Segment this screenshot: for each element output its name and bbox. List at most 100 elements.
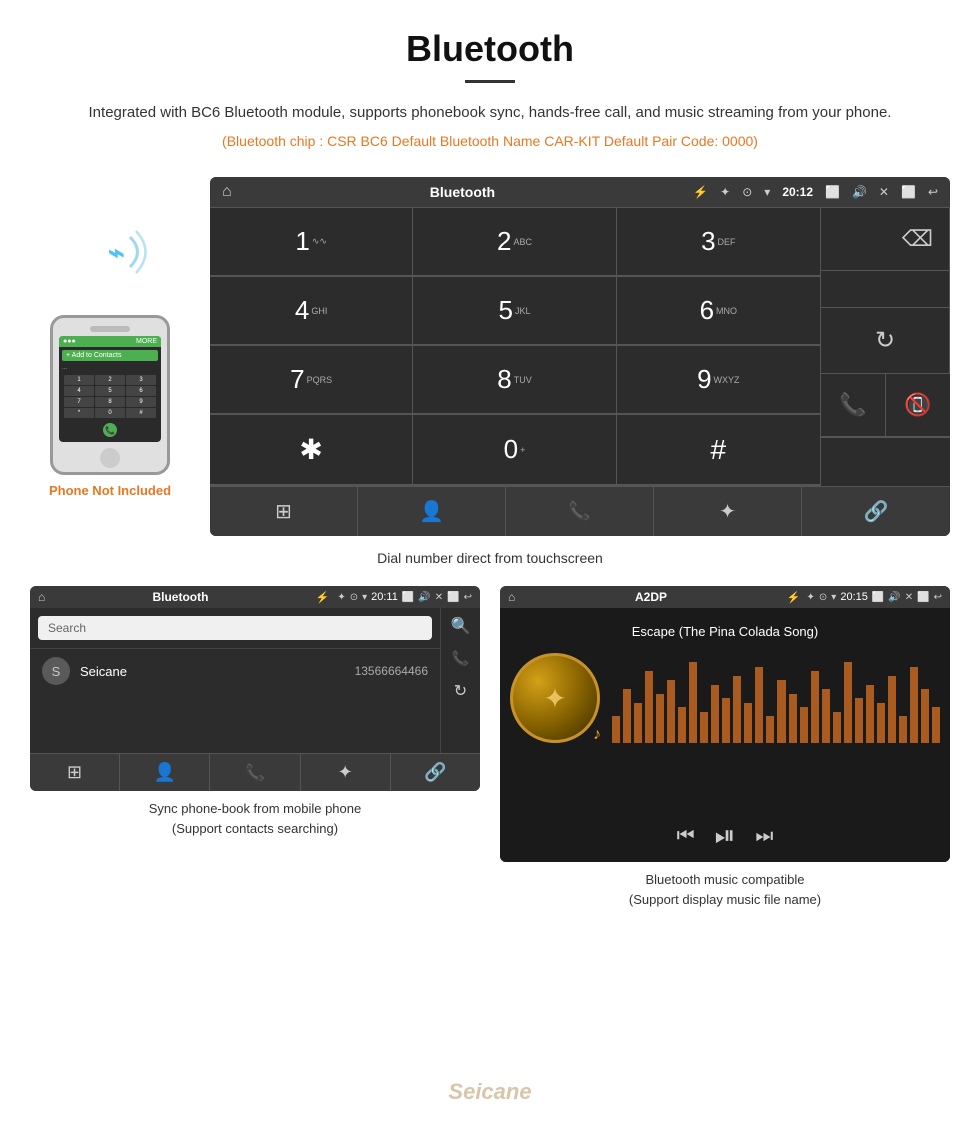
eq-bar: [612, 716, 620, 743]
close-icon[interactable]: ✕: [879, 185, 889, 199]
phone-screen: ●●● MORE + Add to Contacts ... 123 456 7…: [59, 336, 161, 442]
pb-usb-icon: ⚡: [316, 591, 330, 604]
dial-key-8[interactable]: 8TUV: [413, 346, 616, 414]
pb-call-side-icon[interactable]: 📞: [452, 650, 469, 667]
eq-bar: [932, 707, 940, 743]
music-next-button[interactable]: ⏭: [755, 825, 773, 848]
pb-home-icon[interactable]: ⌂: [38, 590, 45, 604]
pb-time: 20:11: [371, 591, 398, 603]
empty-cell-1: [821, 271, 950, 308]
pb-window-icon[interactable]: ⬜: [447, 592, 459, 603]
dial-key-1[interactable]: 1∿∿: [210, 208, 413, 276]
page-header: Bluetooth Integrated with BC6 Bluetooth …: [0, 0, 980, 177]
pb-statusbar: ⌂ Bluetooth ⚡ ✦ ⊙ ▾ 20:11 ⬜ 🔊 ✕ ⬜ ↩: [30, 586, 480, 608]
eq-bar: [689, 662, 697, 743]
backspace-button[interactable]: ⌫: [821, 208, 950, 271]
dial-key-2[interactable]: 2ABC: [413, 208, 616, 276]
dial-key-4[interactable]: 4GHI: [210, 277, 413, 345]
music-close-icon[interactable]: ✕: [905, 592, 913, 603]
refresh-button[interactable]: ↻: [821, 308, 950, 374]
pb-refresh-side-icon[interactable]: ↻: [454, 681, 467, 701]
dial-key-7[interactable]: 7PQRS: [210, 346, 413, 414]
pb-nav-phone[interactable]: 📞: [210, 754, 300, 791]
music-usb-icon: ⚡: [787, 591, 801, 604]
music-prev-button[interactable]: ⏮: [677, 825, 695, 848]
music-controls: ⏮ ⏯ ⏭: [500, 808, 950, 862]
pb-contact-row[interactable]: S Seicane 13566664466: [30, 648, 440, 693]
pb-nav-keypad[interactable]: ⊞: [30, 754, 120, 791]
eq-bar: [667, 680, 675, 743]
dial-navigation-bar: ⊞ 👤 📞 ✦ 🔗: [210, 486, 950, 536]
music-signal-icon: ▾: [831, 592, 836, 603]
pb-nav-bt[interactable]: ✦: [301, 754, 391, 791]
eq-bar: [755, 667, 763, 744]
music-art-container: ✦ ♪: [510, 653, 940, 743]
music-body: Escape (The Pina Colada Song) ✦ ♪: [500, 608, 950, 808]
pb-nav-contacts[interactable]: 👤: [120, 754, 210, 791]
camera-icon[interactable]: ⬜: [825, 185, 840, 199]
contact-avatar: S: [42, 657, 70, 685]
nav-link[interactable]: 🔗: [802, 487, 950, 536]
eq-bar: [733, 676, 741, 744]
back-icon[interactable]: ↩: [928, 185, 938, 199]
eq-bar: [855, 698, 863, 743]
eq-bar: [634, 703, 642, 744]
pb-nav-link[interactable]: 🔗: [391, 754, 480, 791]
eq-bar: [888, 676, 896, 744]
main-section: ⌁ ●●● MORE + Add to Contacts ... 123: [0, 177, 980, 536]
pb-status-icons: ✦ ⊙ ▾ 20:11 ⬜ 🔊 ✕ ⬜ ↩: [337, 591, 472, 603]
car-statusbar-title: Bluetooth: [244, 184, 682, 200]
music-screen: ⌂ A2DP ⚡ ✦ ⊙ ▾ 20:15 ⬜ 🔊 ✕ ⬜ ↩ Escape (T…: [500, 586, 950, 862]
volume-icon[interactable]: 🔊: [852, 185, 867, 199]
phone-mockup: ⌁ ●●● MORE + Add to Contacts ... 123: [30, 177, 190, 498]
music-equalizer: [612, 653, 940, 743]
music-statusbar: ⌂ A2DP ⚡ ✦ ⊙ ▾ 20:15 ⬜ 🔊 ✕ ⬜ ↩: [500, 586, 950, 608]
pb-search-side-icon[interactable]: 🔍: [451, 616, 471, 636]
caption-dial: Dial number direct from touchscreen: [0, 550, 980, 566]
music-back-icon[interactable]: ↩: [934, 592, 942, 603]
dial-key-9[interactable]: 9WXYZ: [617, 346, 820, 414]
dial-key-0[interactable]: 0+: [413, 415, 616, 485]
music-home-icon[interactable]: ⌂: [508, 590, 515, 604]
pb-location-icon: ⊙: [350, 592, 358, 603]
nav-bluetooth[interactable]: ✦: [654, 487, 802, 536]
music-play-pause-button[interactable]: ⏯: [715, 820, 736, 852]
dial-key-5[interactable]: 5JKL: [413, 277, 616, 345]
dial-key-hash[interactable]: #: [617, 415, 820, 485]
pb-search-box[interactable]: Search: [38, 616, 432, 640]
eq-bar: [866, 685, 874, 744]
contact-number: 13566664466: [355, 664, 428, 678]
pb-volume-icon[interactable]: 🔊: [418, 592, 430, 603]
dial-keypad-container: 1∿∿ 2ABC 3DEF 4GHI 5JKL: [210, 208, 950, 486]
contact-initial: S: [52, 664, 61, 679]
music-status-icons: ✦ ⊙ ▾ 20:15 ⬜ 🔊 ✕ ⬜ ↩: [807, 591, 942, 603]
music-bt-icon: ✦: [807, 592, 815, 603]
pb-close-icon[interactable]: ✕: [435, 592, 443, 603]
dial-key-star[interactable]: ✱: [210, 415, 413, 485]
music-camera-icon[interactable]: ⬜: [872, 592, 884, 603]
dial-key-6[interactable]: 6MNO: [617, 277, 820, 345]
pb-camera-icon[interactable]: ⬜: [402, 592, 414, 603]
pb-nav-phone-icon: 📞: [245, 763, 265, 783]
pb-back-icon[interactable]: ↩: [464, 592, 472, 603]
eq-bar: [877, 703, 885, 744]
status-time: 20:12: [782, 185, 813, 199]
nav-phone[interactable]: 📞: [506, 487, 654, 536]
pb-title: Bluetooth: [53, 590, 307, 604]
music-note-icon: ♪: [593, 726, 601, 744]
eq-bar: [678, 707, 686, 743]
home-icon[interactable]: ⌂: [222, 183, 232, 201]
pb-empty-space: [30, 693, 440, 753]
dial-key-3[interactable]: 3DEF: [617, 208, 820, 276]
dial-keypad: 1∿∿ 2ABC 3DEF 4GHI 5JKL: [210, 208, 820, 486]
nav-contacts[interactable]: 👤: [358, 487, 506, 536]
call-button[interactable]: 📞: [821, 374, 886, 437]
phonebook-screen: ⌂ Bluetooth ⚡ ✦ ⊙ ▾ 20:11 ⬜ 🔊 ✕ ⬜ ↩: [30, 586, 480, 791]
music-volume-icon[interactable]: 🔊: [888, 592, 900, 603]
eq-bar: [700, 712, 708, 744]
pb-nav-link-icon: 🔗: [424, 762, 446, 783]
music-window-icon[interactable]: ⬜: [917, 592, 929, 603]
window-icon[interactable]: ⬜: [901, 185, 916, 199]
end-call-button[interactable]: 📵: [886, 374, 951, 437]
nav-keypad[interactable]: ⊞: [210, 487, 358, 536]
